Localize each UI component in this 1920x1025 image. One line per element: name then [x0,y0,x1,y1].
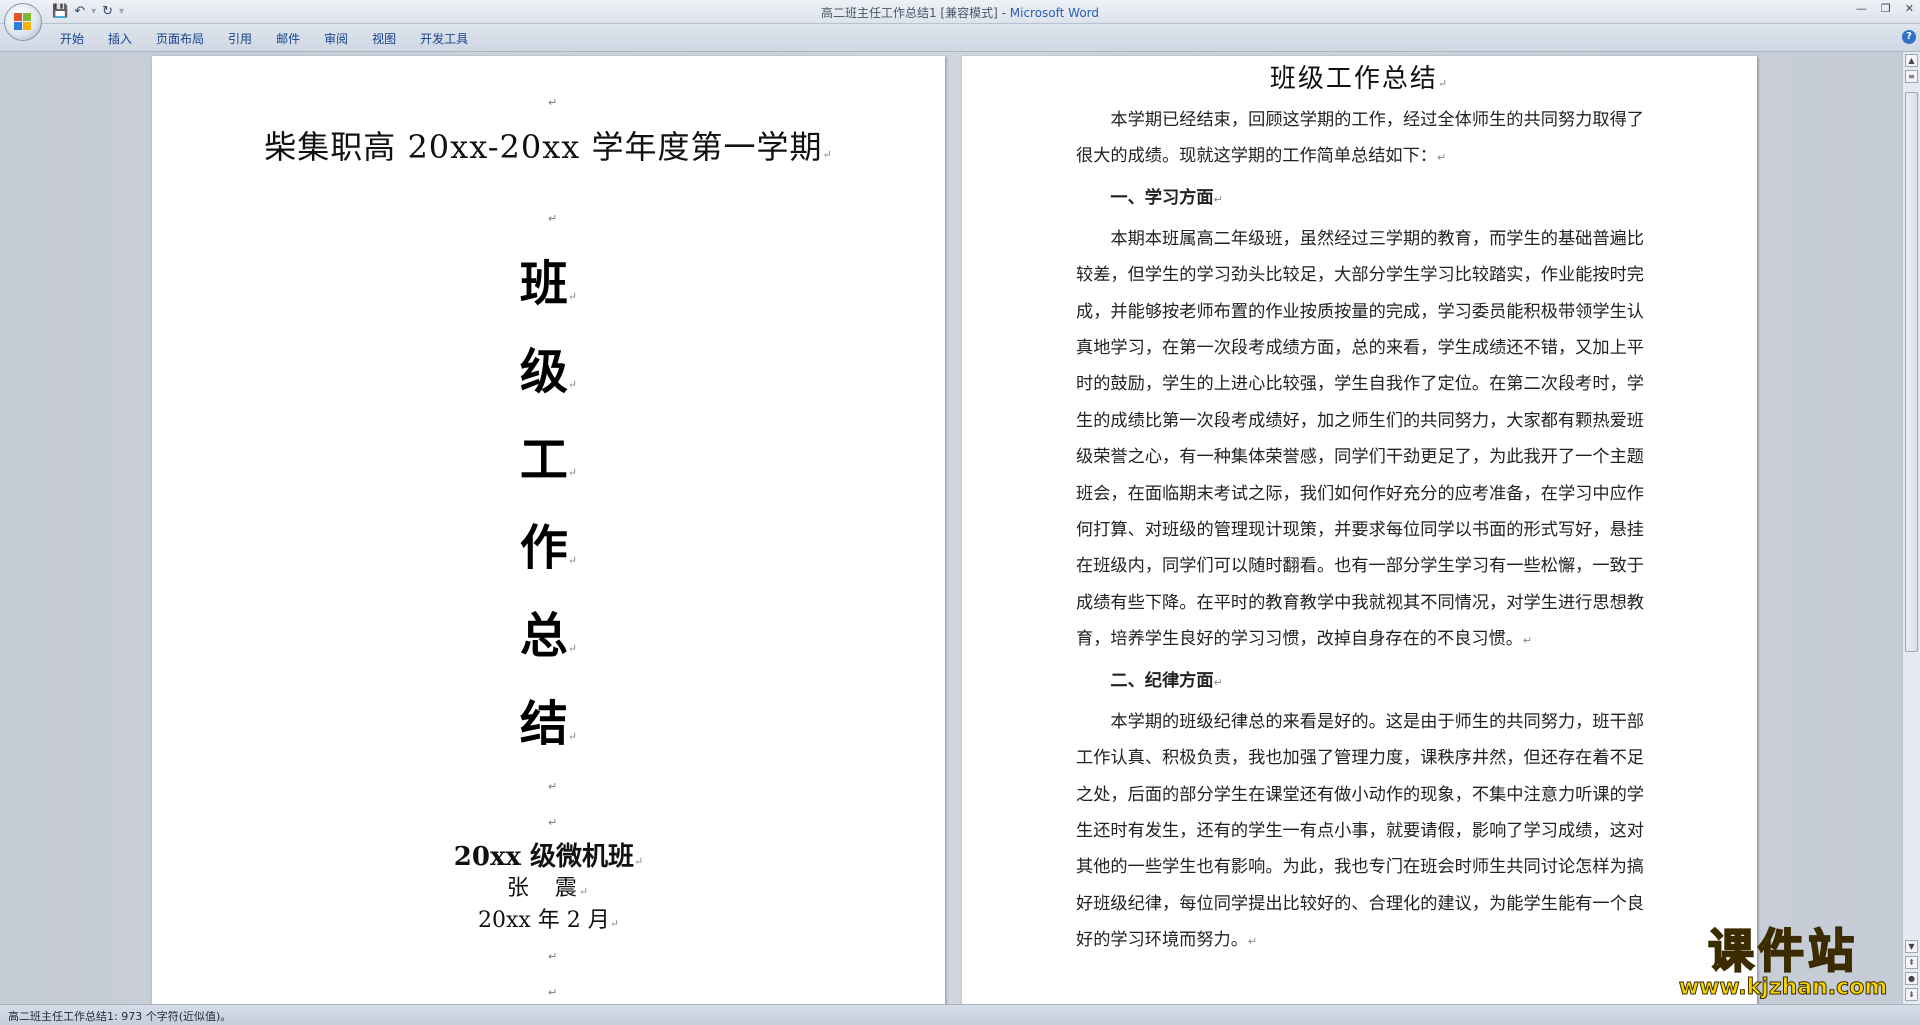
school-title-text: 柴集职高 20xx-20xx 学年度第一学期 [264,128,823,166]
paragraph-mark: ↵ [548,816,558,829]
watermark-title: 课件站 [1707,924,1858,978]
paragraph-mark: ↵ [548,986,558,999]
cover-char-1: 班↵ [519,256,578,312]
ribbon: 开始 插入 页面布局 引用 邮件 审阅 视图 开发工具 ? [0,24,1920,52]
cover-char-2: 级↵ [519,344,578,400]
paragraph-mark: ↵ [548,950,558,963]
status-bar: 高二班主任工作总结1: 973 个字符(近似值)。 [0,1004,1920,1025]
paragraph-mark: ↵ [548,212,558,225]
scroll-down-icon[interactable]: ▼ [1905,940,1918,953]
office-button[interactable] [4,3,42,41]
section-heading-discipline: 二、纪律方面↵ [1110,670,1223,691]
cover-char-6: 结↵ [519,696,578,752]
ruler-toggle-icon[interactable]: ≡ [1905,70,1918,83]
cover-date: 20xx 年 2 月↵ [477,908,619,933]
word-count-status[interactable]: 高二班主任工作总结1: 973 个字符(近似值)。 [8,1008,231,1024]
next-page-icon[interactable]: ⇟ [1905,988,1918,1001]
tab-page-layout[interactable]: 页面布局 [146,28,218,51]
paragraph-mark: ↵ [548,780,558,793]
school-title: 柴集职高 20xx-20xx 学年度第一学期↵ [152,122,945,168]
cover-char-4: 作↵ [519,520,578,576]
select-browse-object-icon[interactable]: ● [1905,972,1918,985]
help-icon[interactable]: ? [1902,30,1916,44]
tab-mailings[interactable]: 邮件 [266,28,314,51]
previous-page-icon[interactable]: ⇞ [1905,956,1918,969]
study-paragraph: 本期本班属高二年级班，虽然经过三学期的教育，而学生的基础普遍比较差，但学生的学习… [1076,228,1644,650]
ribbon-tabs: 开始 插入 页面布局 引用 邮件 审阅 视图 开发工具 [50,28,482,51]
scroll-thumb[interactable] [1905,92,1918,652]
tab-references[interactable]: 引用 [218,28,266,51]
minimize-button[interactable]: — [1856,2,1867,15]
restore-button[interactable]: ❐ [1881,2,1891,15]
window-title: 高二班主任工作总结1 [兼容模式] - Microsoft Word [0,4,1920,21]
cover-char-3: 工↵ [519,432,578,488]
scroll-up-icon[interactable]: ▲ [1905,54,1918,67]
tab-developer[interactable]: 开发工具 [410,28,482,51]
document-body: 本学期已经结束，回顾这学期的工作，经过全体师生的共同努力取得了很大的成绩。现就这… [1076,102,1644,961]
title-bar: 💾 ↶ ▾ ↻ ▾ 高二班主任工作总结1 [兼容模式] - Microsoft … [0,0,1920,24]
content-page[interactable]: 班级工作总结↵ 本学期已经结束，回顾这学期的工作，经过全体师生的共同努力取得了很… [962,56,1757,1004]
office-logo-icon [14,13,32,31]
cover-char-5: 总↵ [519,608,578,664]
class-name: 20xx 级微机班↵ [453,842,644,872]
section-heading-study: 一、学习方面↵ [1110,187,1223,208]
tab-view[interactable]: 视图 [362,28,410,51]
document-name: 高二班主任工作总结1 [兼容模式] - [820,6,1010,20]
vertical-scrollbar[interactable]: ▲ ≡ ▼ ⇞ ● ⇟ [1902,52,1920,1004]
watermark-url: www.kjzhan.com [1678,975,1888,1000]
cover-page[interactable]: ↵ 柴集职高 20xx-20xx 学年度第一学期↵ ↵ 班↵ 级↵ 工↵ 作↵ … [152,56,945,1004]
document-workspace: ↵ 柴集职高 20xx-20xx 学年度第一学期↵ ↵ 班↵ 级↵ 工↵ 作↵ … [0,52,1902,1004]
close-button[interactable]: ✕ [1905,2,1914,15]
tab-insert[interactable]: 插入 [98,28,146,51]
discipline-paragraph: 本学期的班级纪律总的来看是好的。这是由于师生的共同努力，班干部工作认真、积极负责… [1076,711,1644,951]
tab-review[interactable]: 审阅 [314,28,362,51]
paragraph-mark: ↵ [548,96,558,109]
site-watermark-logo: 课件站 www.kjzhan.com [1668,924,1898,1006]
tab-home[interactable]: 开始 [50,28,98,51]
app-name: Microsoft Word [1009,6,1100,20]
document-title: 班级工作总结↵ [1269,64,1450,94]
paragraph-mark: ↵ [822,148,833,161]
window-controls: — ❐ ✕ [1856,2,1914,15]
intro-paragraph: 本学期已经结束，回顾这学期的工作，经过全体师生的共同努力取得了很大的成绩。现就这… [1076,110,1644,167]
author-name: 张 震↵ [506,876,591,901]
